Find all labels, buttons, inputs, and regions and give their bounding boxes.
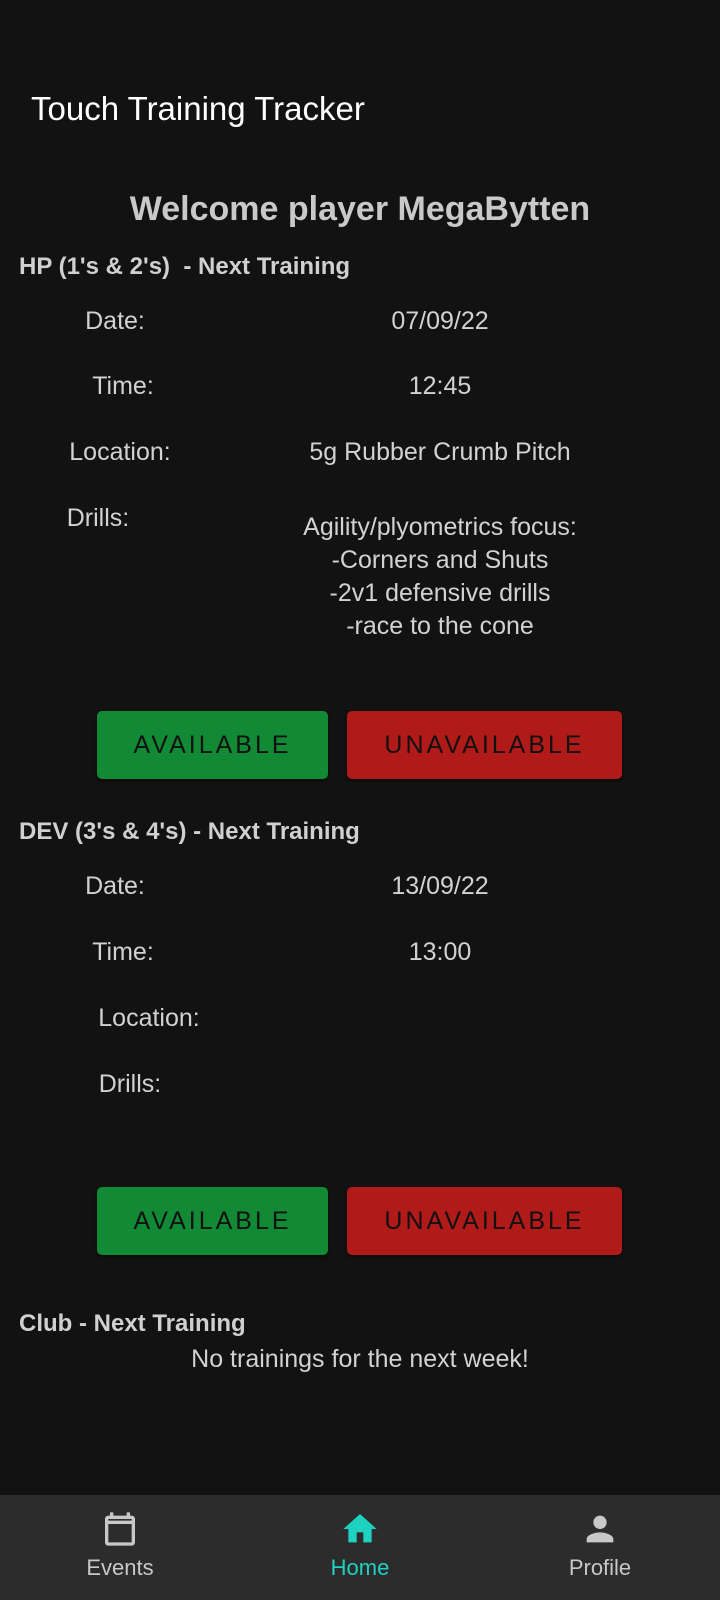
nav-label-events: Events (86, 1555, 154, 1580)
hp-drill-line: -2v1 defensive drills (329, 579, 551, 607)
no-trainings-message: No trainings for the next week! (191, 1345, 529, 1373)
hp-unavailable-button[interactable]: UNAVAILABLE (347, 711, 622, 779)
bottom-navigation: Events Home Profile (0, 1495, 720, 1600)
hp-location-label: Location: (69, 438, 171, 466)
hp-time-label: Time: (92, 372, 154, 400)
hp-drill-line: Agility/plyometrics focus: (303, 513, 577, 541)
dev-section-header: DEV (3's & 4's) - Next Training (19, 818, 360, 845)
nav-item-home[interactable]: Home (240, 1495, 480, 1600)
hp-time-value: 12:45 (408, 372, 472, 400)
hp-section-header: HP (1's & 2's) - Next Training (19, 253, 351, 280)
dev-drills-label: Drills: (98, 1070, 162, 1098)
hp-date-value: 07/09/22 (391, 307, 489, 335)
calendar-icon (105, 1512, 135, 1546)
person-icon (586, 1515, 614, 1543)
nav-label-profile: Profile (568, 1555, 632, 1580)
dev-time-value: 13:00 (408, 938, 472, 966)
hp-available-button[interactable]: AVAILABLE (97, 711, 328, 779)
nav-label-home: Home (330, 1555, 390, 1580)
welcome-message: Welcome player MegaBytten (129, 190, 591, 228)
dev-date-value: 13/09/22 (391, 872, 489, 900)
nav-item-events[interactable]: Events (0, 1495, 240, 1600)
home-icon (343, 1514, 377, 1543)
hp-drill-line: -Corners and Shuts (331, 546, 549, 574)
hp-drill-line: -race to the cone (346, 612, 534, 640)
app-title: Touch Training Tracker (31, 90, 365, 127)
dev-location-label: Location: (98, 1004, 200, 1032)
nav-item-profile[interactable]: Profile (480, 1495, 720, 1600)
hp-location-value: 5g Rubber Crumb Pitch (309, 438, 571, 466)
hp-date-label: Date: (85, 307, 145, 335)
hp-drills-label: Drills: (66, 504, 130, 532)
home-screen: Touch Training Tracker Welcome player Me… (0, 0, 720, 1600)
club-section-header: Club - Next Training (19, 1310, 246, 1337)
dev-time-label: Time: (92, 938, 154, 966)
dev-unavailable-button[interactable]: UNAVAILABLE (347, 1187, 622, 1255)
dev-available-button[interactable]: AVAILABLE (97, 1187, 328, 1255)
hp-drills-value: Agility/plyometrics focus: -Corners and … (240, 511, 640, 643)
dev-date-label: Date: (85, 872, 145, 900)
